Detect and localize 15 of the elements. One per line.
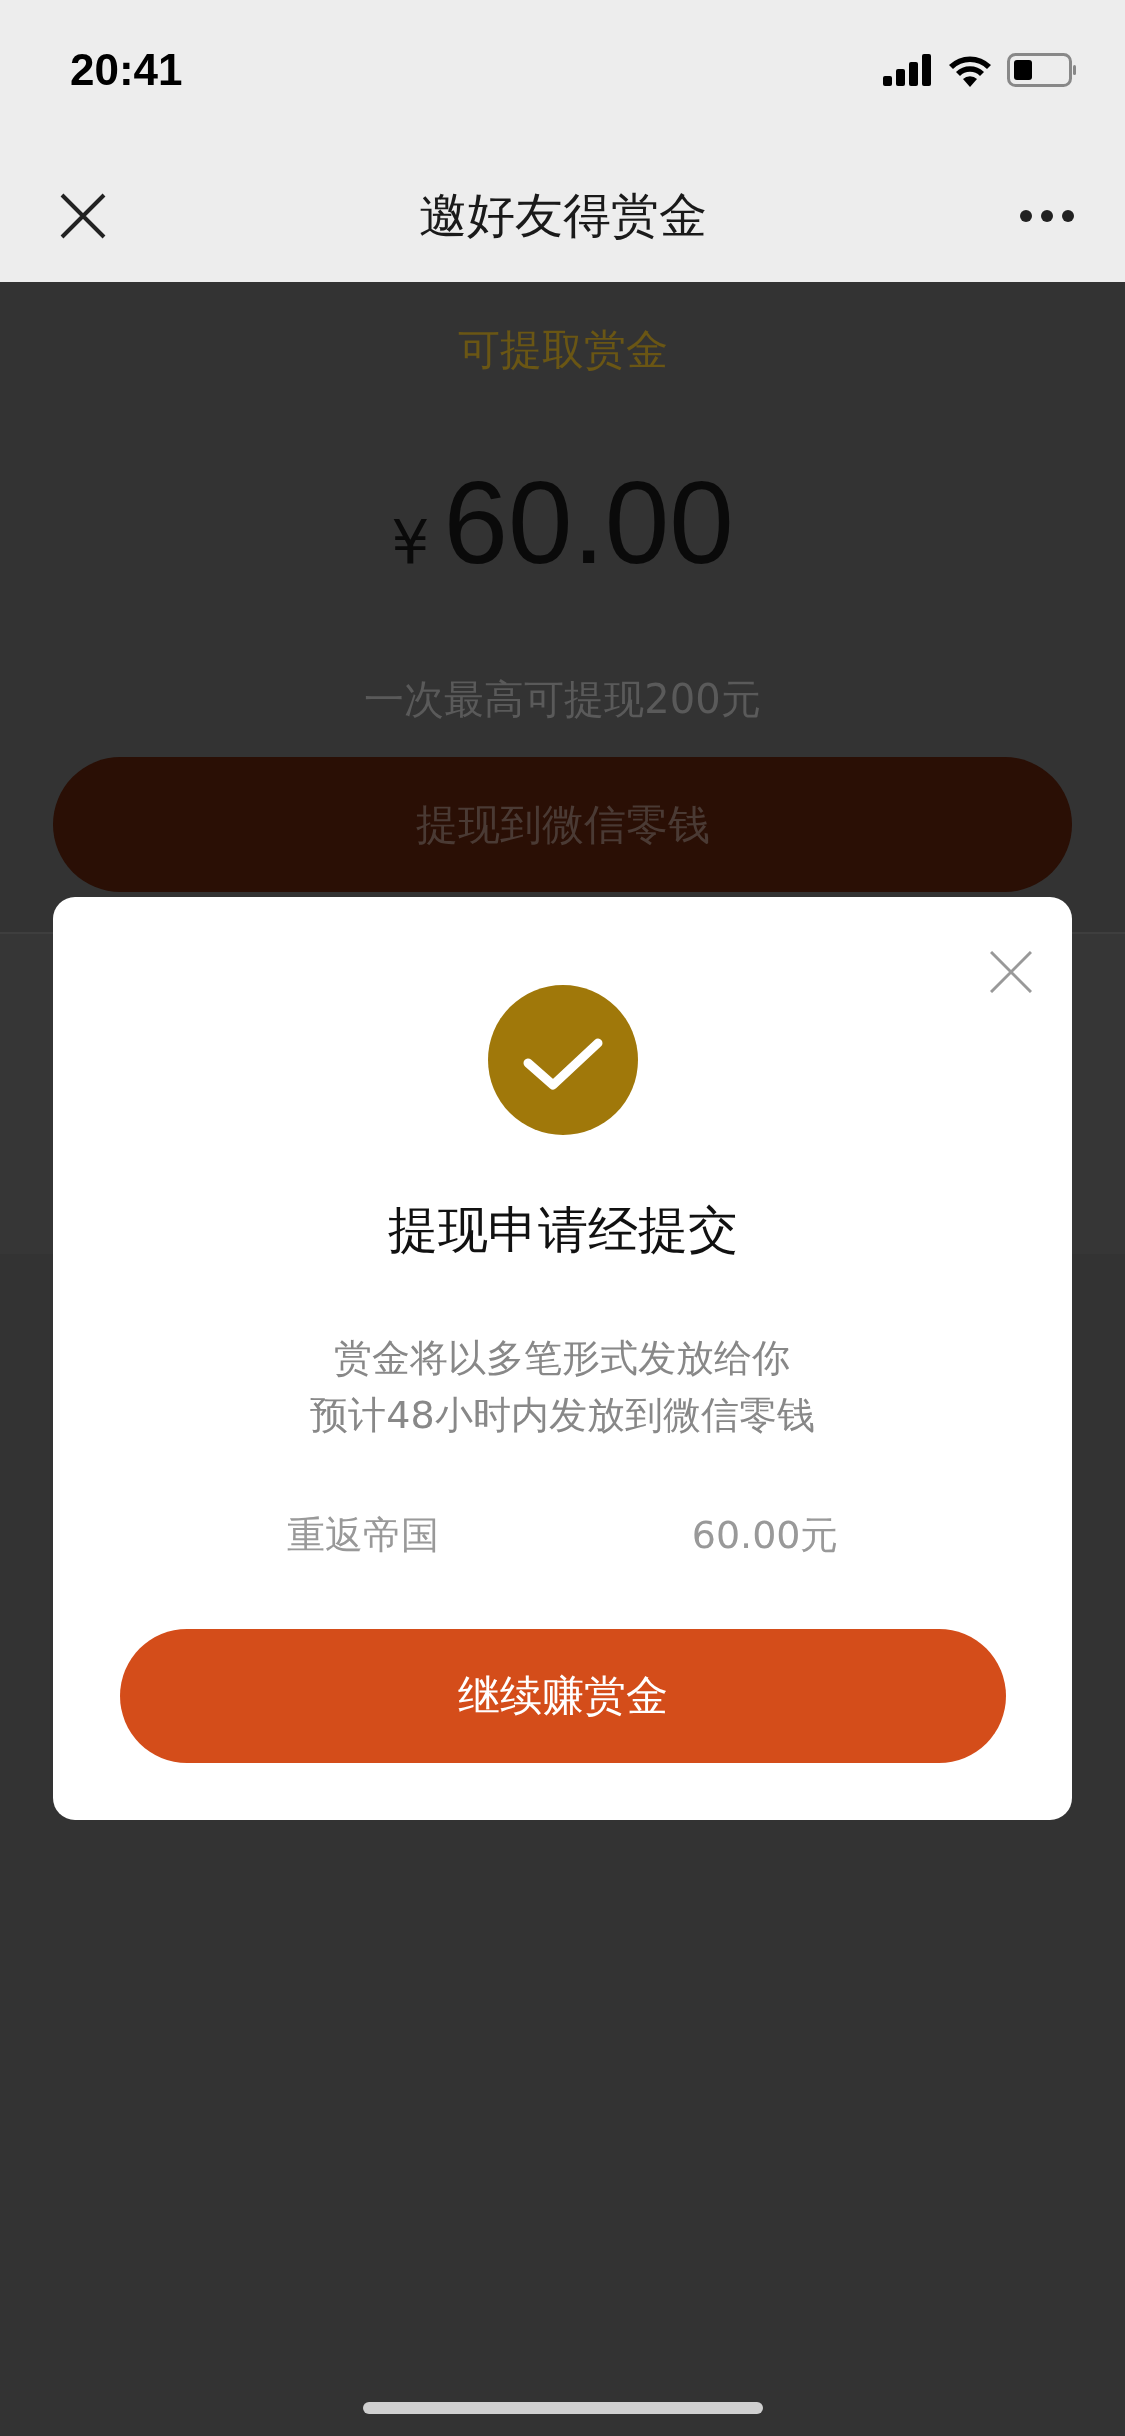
dialog-title: 提现申请经提交 [387, 1200, 738, 1261]
payout-amount: 60.00元 [691, 1512, 839, 1559]
more-button[interactable] [1019, 209, 1075, 223]
battery-icon [1007, 53, 1077, 87]
close-button[interactable] [60, 193, 106, 239]
game-name: 重返帝国 [286, 1512, 439, 1559]
check-icon [487, 985, 638, 1135]
currency-symbol: ¥ [391, 507, 430, 577]
wifi-icon [947, 53, 993, 87]
dialog-message: 预计48小时内发放到微信零钱 [310, 1392, 815, 1439]
continue-button[interactable]: 继续赚赏金 [119, 1629, 1006, 1763]
dialog-message: 赏金将以多笔形式发放给你 [334, 1335, 791, 1382]
page-title: 邀好友得赏金 [418, 186, 707, 245]
signal-icon [883, 54, 933, 86]
status-time: 20:41 [70, 45, 183, 95]
